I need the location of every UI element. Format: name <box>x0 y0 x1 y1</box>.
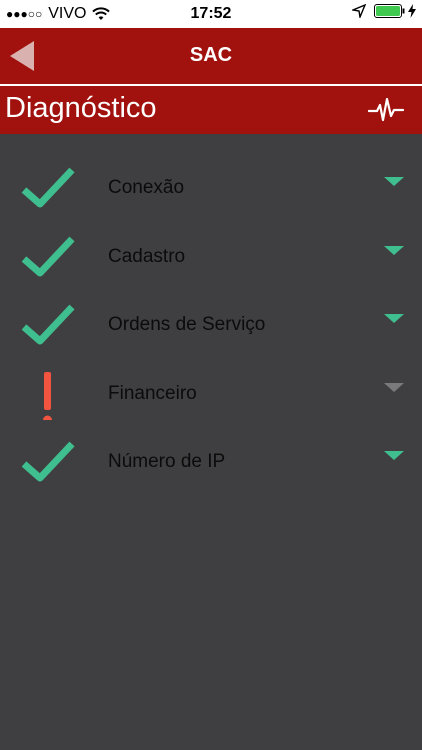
chevron-down-icon[interactable] <box>384 177 404 186</box>
diagnostic-row-financeiro[interactable]: Financeiro <box>0 356 422 425</box>
chevron-down-icon[interactable] <box>384 245 404 255</box>
chevron-down-icon[interactable] <box>384 451 404 461</box>
diagnostic-label: Conexão <box>108 177 185 198</box>
diagnostic-label: Número de IP <box>108 451 226 473</box>
section-title: Diagnóstico <box>5 92 157 124</box>
diagnostic-label: Ordens de Serviço <box>108 314 266 336</box>
pulse-icon[interactable] <box>368 96 404 124</box>
header-title: SAC <box>189 44 233 66</box>
status-right <box>352 4 416 18</box>
check-icon <box>21 167 75 208</box>
diagnostic-row-ordens-de-servico[interactable]: Ordens de Serviço <box>0 287 422 356</box>
diagnostic-row-numero-de-ip[interactable]: Número de IP <box>0 424 422 493</box>
diagnostic-label: Cadastro <box>108 245 186 267</box>
chevron-down-icon[interactable] <box>384 314 404 324</box>
check-icon <box>21 304 75 345</box>
chevron-down-icon[interactable] <box>384 382 404 392</box>
check-icon <box>21 441 75 482</box>
section-header: Diagnóstico <box>0 86 422 134</box>
app-header: SAC <box>0 28 422 84</box>
check-icon <box>21 236 75 277</box>
exclamation-icon <box>43 371 52 420</box>
diagnostic-row-cadastro[interactable]: Cadastro <box>0 219 422 288</box>
diagnostic-list: Conexão Cadastro Ordens de Serviço Finan… <box>0 150 422 493</box>
battery-icon <box>374 4 405 18</box>
diagnostic-label: Financeiro <box>108 382 197 404</box>
charging-icon <box>408 4 416 18</box>
status-bar: ●●●○○ VIVO 17:52 <box>0 0 422 28</box>
location-arrow-icon <box>352 4 366 18</box>
diagnostic-row-conexao[interactable]: Conexão <box>0 150 422 219</box>
